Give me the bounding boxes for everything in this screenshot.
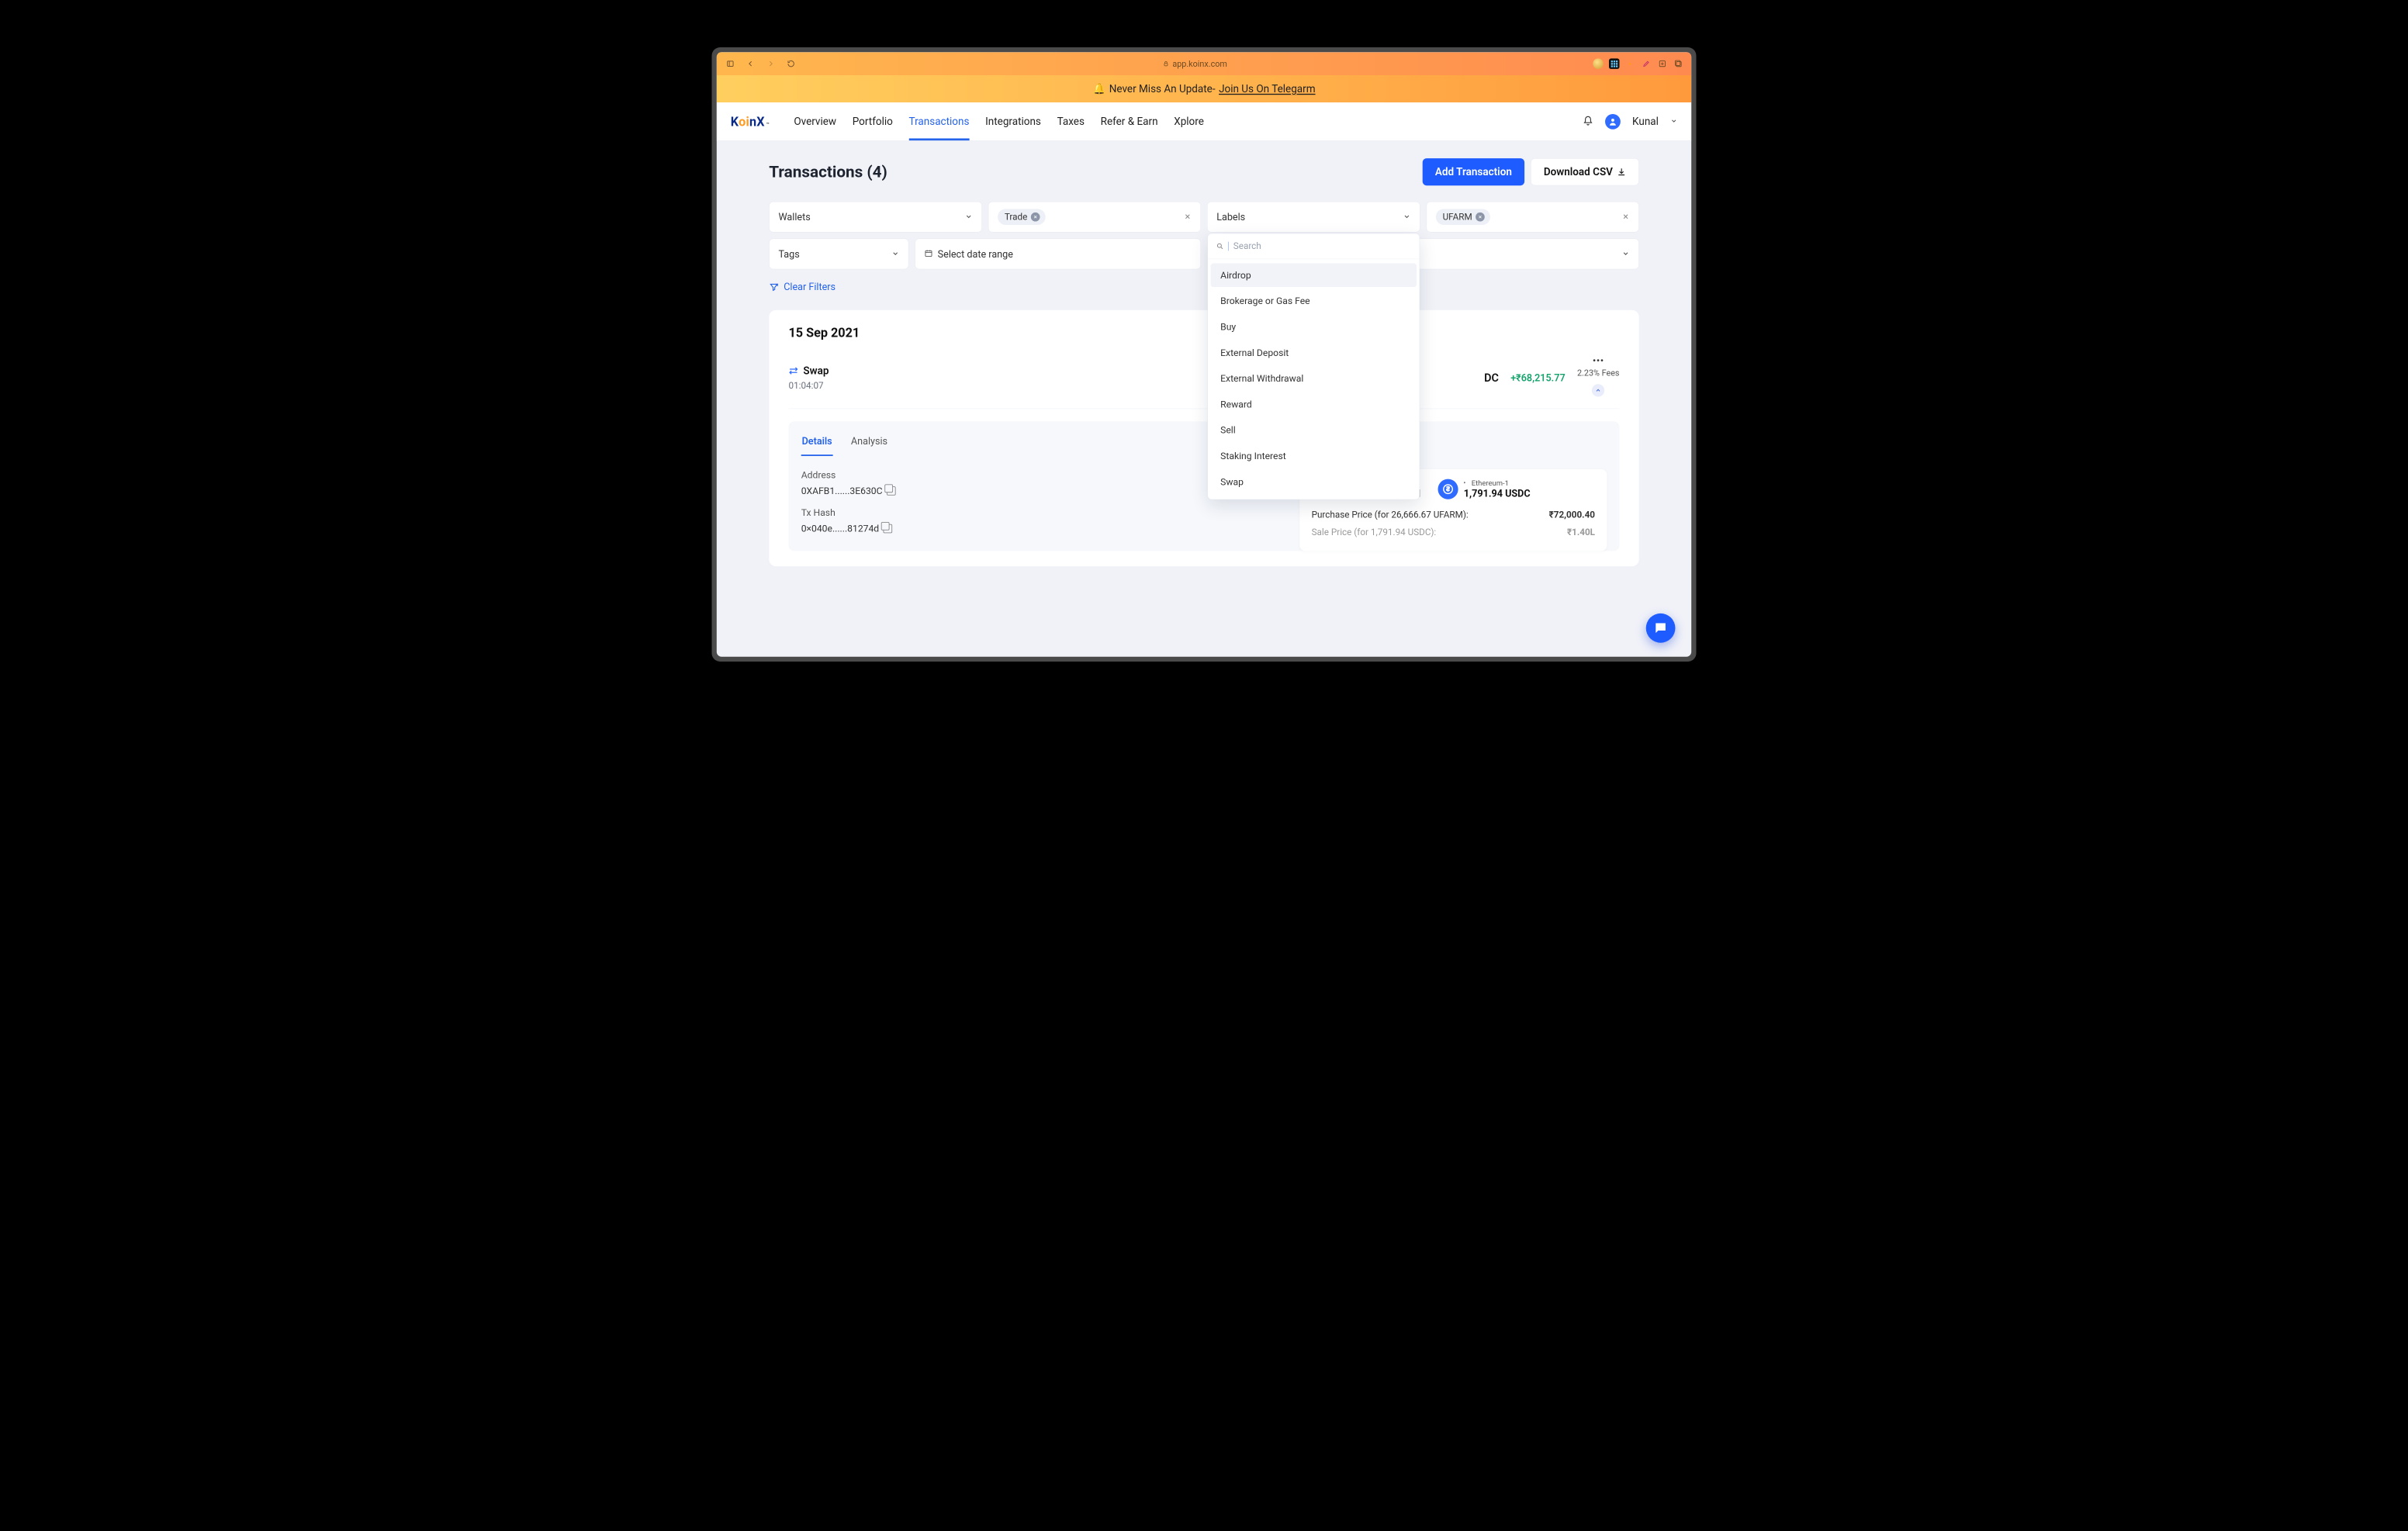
collapse-toggle[interactable] <box>1592 384 1604 396</box>
filter-chip-trade[interactable]: Trade <box>998 209 1046 225</box>
chip-remove-icon[interactable] <box>1476 213 1485 222</box>
txhash-value: 0×040e......81274d <box>801 523 879 534</box>
chat-fab[interactable] <box>1646 613 1676 643</box>
extension-grid-icon[interactable] <box>1609 58 1620 69</box>
page-title: Transactions (4) <box>769 163 887 181</box>
received-amount-partial: DC <box>1484 372 1499 385</box>
lock-icon <box>1163 60 1169 67</box>
forward-icon[interactable] <box>765 58 777 70</box>
calendar-icon <box>925 248 933 260</box>
token-usdc-icon <box>1438 479 1458 499</box>
chat-icon <box>1653 620 1668 635</box>
nav-refer-earn[interactable]: Refer & Earn <box>1101 102 1158 140</box>
copy-icon[interactable] <box>884 524 893 534</box>
nav-portfolio[interactable]: Portfolio <box>853 102 893 140</box>
sale-price-value: ₹1.40L <box>1567 527 1595 538</box>
labels-search-input[interactable] <box>1233 240 1411 251</box>
promo-banner[interactable]: 🔔 Never Miss An Update- Join Us On Teleg… <box>717 75 1691 102</box>
chevron-down-icon <box>1403 211 1410 223</box>
banner-text: Never Miss An Update- <box>1109 83 1216 95</box>
transaction-row[interactable]: Swap 01:04:07 ♦Ethereum-1 -26,666.67 UFA… <box>789 354 1620 410</box>
address-value: 0XAFB1......3E630C <box>801 486 883 496</box>
purchase-price-value: ₹72,000.40 <box>1549 510 1595 520</box>
tab-analysis[interactable]: Analysis <box>850 432 888 456</box>
brand-logo[interactable]: KoinX™ <box>731 114 770 129</box>
extension-coin-icon[interactable] <box>1593 58 1604 69</box>
label-option[interactable]: Staking Interest <box>1211 444 1417 468</box>
detail-panel: Details Analysis Address 0XAFB1......3E6… <box>789 421 1620 551</box>
label-option[interactable]: External Withdrawal <box>1211 367 1417 391</box>
address-bar[interactable]: app.koinx.com <box>805 59 1584 69</box>
nav-taxes[interactable]: Taxes <box>1057 102 1085 140</box>
filter-chip-ufarm[interactable]: UFARM <box>1436 209 1491 225</box>
received-amount-detail: 1,791.94 USDC <box>1464 488 1531 499</box>
nav-transactions[interactable]: Transactions <box>909 102 970 140</box>
labels-dropdown: AirdropBrokerage or Gas FeeBuyExternal D… <box>1208 233 1420 499</box>
sale-price-label: Sale Price (for 1,791.94 USDC): <box>1312 527 1437 538</box>
search-icon <box>1216 243 1224 251</box>
back-icon[interactable] <box>745 58 756 70</box>
download-csv-button[interactable]: Download CSV <box>1531 158 1639 185</box>
transaction-card: 15 Sep 2021 Swap 01:04:07 ♦Ethereum-1 -2… <box>769 310 1638 566</box>
label-option[interactable]: Swap <box>1211 470 1417 494</box>
bell-emoji-icon: 🔔 <box>1092 83 1105 95</box>
url-text: app.koinx.com <box>1172 59 1227 69</box>
filter-date-range[interactable]: Select date range <box>915 239 1201 270</box>
swap-icon <box>789 366 799 376</box>
banner-link[interactable]: Join Us On Telegarm <box>1219 83 1315 95</box>
fee-label: 2.23% Fees <box>1577 368 1620 378</box>
avatar[interactable] <box>1605 114 1621 130</box>
filter-labels[interactable]: Labels AirdropBrokerage or Gas FeeBuyExt… <box>1207 202 1420 233</box>
reload-icon[interactable] <box>785 58 797 70</box>
filter-wallets[interactable]: Wallets <box>769 202 981 233</box>
filter-transaction-type[interactable]: Trade <box>988 202 1201 233</box>
label-option[interactable]: Brokerage or Gas Fee <box>1211 289 1417 313</box>
more-icon[interactable] <box>1593 359 1604 362</box>
chevron-down-icon <box>1622 248 1630 260</box>
notifications-icon[interactable] <box>1583 116 1593 127</box>
user-menu-chevron-icon[interactable] <box>1670 117 1677 126</box>
nav-overview[interactable]: Overview <box>794 102 836 140</box>
nav-integrations[interactable]: Integrations <box>985 102 1041 140</box>
chevron-down-icon <box>965 211 973 223</box>
transaction-time: 01:04:07 <box>789 381 866 392</box>
label-option[interactable]: Reward <box>1211 392 1417 416</box>
copy-icon[interactable] <box>887 486 896 496</box>
label-option[interactable]: Airdrop <box>1211 264 1417 288</box>
browser-chrome: app.koinx.com ✦ <box>717 52 1691 75</box>
label-option[interactable]: Buy <box>1211 315 1417 339</box>
gain-amount: +₹68,215.77 <box>1510 372 1565 384</box>
tab-details[interactable]: Details <box>801 432 833 456</box>
label-option[interactable]: External Deposit <box>1211 340 1417 365</box>
ethereum-icon: ♦ <box>1464 481 1469 486</box>
purchase-price-label: Purchase Price (for 26,666.67 UFARM): <box>1312 510 1469 520</box>
sidebar-toggle-icon[interactable] <box>725 58 736 70</box>
label-option[interactable]: Sell <box>1211 418 1417 442</box>
clear-filters-button[interactable]: Clear Filters <box>769 282 1638 293</box>
add-transaction-button[interactable]: Add Transaction <box>1423 158 1524 185</box>
clear-filter-icon[interactable] <box>1622 211 1630 223</box>
transaction-date: 15 Sep 2021 <box>789 326 1620 340</box>
filter-coin[interactable]: UFARM <box>1426 202 1638 233</box>
download-icon <box>1617 168 1626 177</box>
labels-search[interactable] <box>1208 233 1419 259</box>
transaction-type: Swap <box>789 365 866 377</box>
clear-filter-icon[interactable] <box>1184 211 1192 223</box>
filter-tags[interactable]: Tags <box>769 239 908 270</box>
txhash-label: Tx Hash <box>801 507 1286 518</box>
user-name: Kunal <box>1632 116 1659 128</box>
chevron-down-icon <box>891 248 899 260</box>
share-icon[interactable] <box>1657 58 1668 69</box>
funnel-clear-icon <box>769 282 779 292</box>
extension-pencil-icon[interactable] <box>1641 58 1652 69</box>
chip-remove-icon[interactable] <box>1031 213 1040 222</box>
nav-xplore[interactable]: Xplore <box>1174 102 1204 140</box>
tabs-icon[interactable] <box>1673 58 1684 69</box>
extension-star-icon[interactable]: ✦ <box>1625 58 1636 69</box>
main-nav: KoinX™ Overview Portfolio Transactions Inte… <box>717 102 1691 141</box>
